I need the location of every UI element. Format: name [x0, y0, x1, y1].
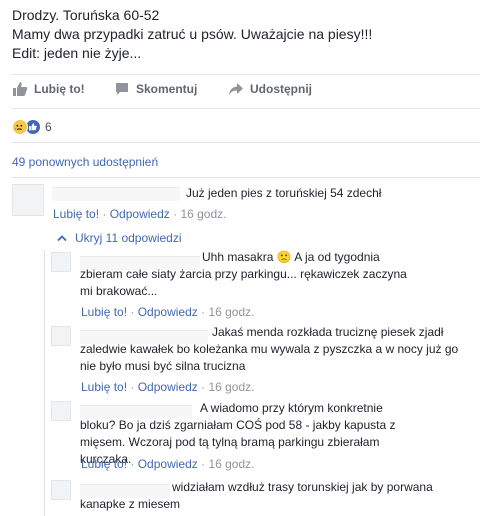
reply-time: 16 godz. — [208, 380, 255, 394]
post-line: Edit: jeden nie żyje... — [12, 45, 142, 61]
reply-text: Jakaś menda rozkłada truciznę piesek zja… — [80, 325, 459, 373]
redacted-name[interactable] — [52, 187, 180, 201]
comment-reply-link[interactable]: Odpowiedz — [110, 207, 170, 221]
reply-meta: Lubię to! · Odpowiedz · 16 godz. — [81, 380, 255, 394]
comment-icon — [116, 83, 128, 95]
shares-link[interactable]: 49 ponownych udostępnień — [12, 155, 158, 169]
share-button[interactable]: Udostępnij — [228, 81, 312, 97]
reply-text: Uhh masakra 🙁 A ja od tygodnia zbieram c… — [80, 250, 407, 298]
chevron-up-icon — [57, 235, 67, 242]
avatar[interactable] — [12, 184, 44, 216]
reply-reply-link[interactable]: Odpowiedz — [138, 305, 198, 319]
avatar[interactable] — [51, 401, 71, 421]
like-button[interactable]: Lubię to! — [12, 81, 85, 97]
post-line: Mamy dwa przypadki zatruć u psów. Uważaj… — [12, 26, 373, 42]
toggle-label: Ukryj 11 odpowiedzi — [75, 231, 182, 245]
reaction-count: 6 — [45, 120, 52, 134]
reply-text: widziałam wzdłuż trasy torunskiej jak by… — [80, 480, 433, 511]
reply-like-link[interactable]: Lubię to! — [81, 457, 127, 471]
like-label: Lubię to! — [34, 82, 85, 96]
reactions-summary[interactable]: 6 — [12, 118, 52, 136]
reply-reply-link[interactable]: Odpowiedz — [138, 380, 198, 394]
post-text: Drodzy. Toruńska 60-52 Mamy dwa przypadk… — [12, 6, 482, 63]
reply-like-link[interactable]: Lubię to! — [81, 380, 127, 394]
comment-text: Już jeden pies z toruńskiej 54 zdechł — [186, 186, 382, 200]
avatar[interactable] — [51, 252, 71, 272]
reply-meta: Lubię to! · Odpowiedz · 16 godz. — [81, 457, 255, 471]
post-line: Drodzy. Toruńska 60-52 — [12, 7, 160, 23]
share-label: Udostępnij — [250, 82, 312, 96]
comment-time: 16 godz. — [180, 207, 227, 221]
divider — [12, 108, 480, 109]
divider — [12, 142, 480, 143]
reply-reply-link[interactable]: Odpowiedz — [138, 457, 198, 471]
reply-time: 16 godz. — [208, 457, 255, 471]
comment-button[interactable]: Skomentuj — [114, 81, 197, 97]
share-arrow-icon — [229, 83, 243, 95]
divider — [12, 177, 480, 178]
avatar[interactable] — [51, 326, 71, 346]
comment-label: Skomentuj — [136, 82, 198, 96]
divider — [12, 74, 480, 75]
reply-meta: Lubię to! · Odpowiedz · 16 godz. — [81, 305, 255, 319]
avatar[interactable] — [51, 480, 71, 500]
hide-replies-toggle[interactable]: Ukryj 11 odpowiedzi — [57, 231, 182, 245]
reply-time: 16 godz. — [208, 305, 255, 319]
reply-thread-line — [44, 250, 45, 516]
reply-like-link[interactable]: Lubię to! — [81, 305, 127, 319]
sad-reaction-icon — [12, 119, 28, 135]
comment-like-link[interactable]: Lubię to! — [53, 207, 99, 221]
action-bar: Lubię to! Skomentuj Udostępnij — [0, 76, 492, 104]
thumbs-up-icon — [13, 82, 28, 96]
comment-meta: Lubię to! · Odpowiedz · 16 godz. — [53, 207, 227, 221]
